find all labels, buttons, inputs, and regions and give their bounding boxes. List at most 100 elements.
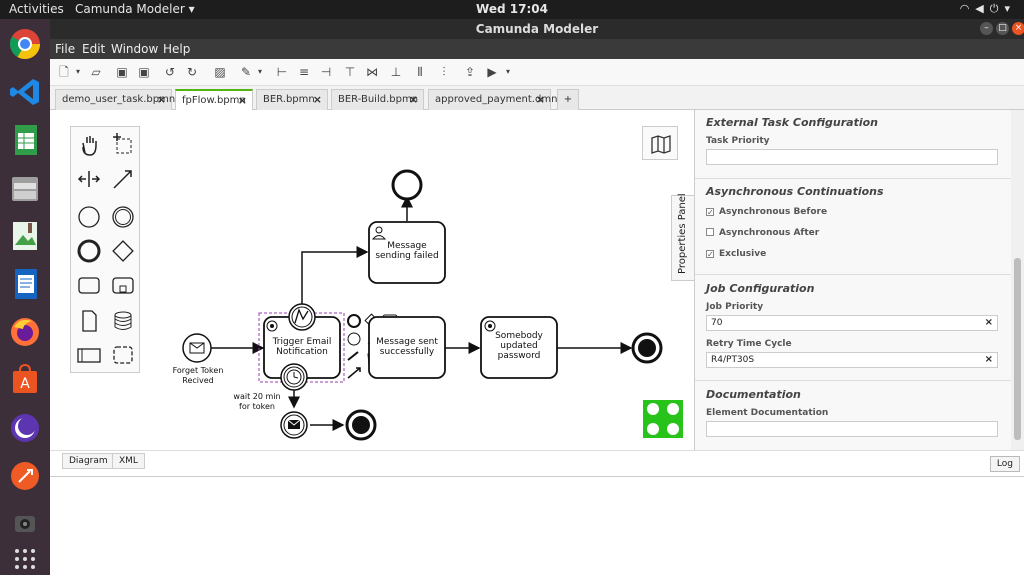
file-manager-icon[interactable] [6, 169, 44, 207]
async-after-checkbox[interactable]: Asynchronous After [706, 228, 819, 238]
start-event-tool-icon[interactable] [75, 203, 103, 231]
align-right-icon[interactable]: ⊣ [318, 64, 334, 80]
save-as-icon[interactable]: ▣ [136, 64, 152, 80]
data-store-tool-icon[interactable] [109, 307, 137, 335]
connect-icon[interactable] [347, 367, 361, 379]
align-middle-icon[interactable]: ⋈ [364, 64, 380, 80]
image-editor-icon[interactable] [6, 217, 44, 255]
sequence-flow[interactable] [301, 246, 369, 317]
element-documentation-label: Element Documentation [706, 408, 829, 418]
close-icon[interactable]: × [1012, 22, 1024, 35]
subprocess-tool-icon[interactable] [109, 271, 137, 299]
spreadsheet-icon[interactable] [6, 121, 44, 159]
end-event-bottom[interactable] [345, 409, 377, 441]
minimap-button[interactable] [642, 126, 678, 160]
close-icon[interactable]: × [238, 91, 247, 110]
camunda-icon[interactable] [6, 409, 44, 447]
save-icon[interactable]: ▣ [114, 64, 130, 80]
properties-scrollbar[interactable] [1011, 110, 1024, 450]
tab-approved-payment[interactable]: approved_payment.dmn × [428, 89, 557, 110]
chrome-icon[interactable] [6, 25, 44, 63]
boundary-error-event[interactable] [288, 303, 316, 331]
align-center-icon[interactable]: ≡ [296, 64, 312, 80]
clock[interactable]: Wed 17:04 [0, 2, 1024, 16]
minimize-icon[interactable]: – [980, 22, 993, 35]
firefox-icon[interactable] [6, 313, 44, 351]
exclusive-checkbox[interactable]: ✓ Exclusive [706, 249, 766, 259]
space-tool-icon[interactable] [75, 165, 103, 193]
append-intermediate-event-icon[interactable] [347, 332, 361, 346]
retry-time-cycle-input[interactable]: R4/PT30S × [706, 352, 998, 368]
align-bottom-icon[interactable]: ⊥ [388, 64, 404, 80]
close-icon[interactable]: × [536, 90, 545, 109]
distribute-horizontal-icon[interactable]: ⫴ [412, 64, 428, 80]
open-folder-icon[interactable]: ▱ [88, 64, 104, 80]
xml-tab[interactable]: XML [112, 453, 145, 469]
tab-ber[interactable]: BER.bpmn × [256, 89, 328, 110]
boundary-timer-event[interactable] [280, 363, 308, 391]
bpmn-canvas[interactable]: Forget Token Recived Trigger Email Notif… [50, 110, 694, 450]
close-icon[interactable]: × [409, 90, 418, 109]
intermediate-event-tool-icon[interactable] [109, 203, 137, 231]
task-tool-icon[interactable] [75, 271, 103, 299]
pool-tool-icon[interactable] [75, 341, 103, 369]
vscode-icon[interactable] [6, 73, 44, 111]
writer-icon[interactable] [6, 265, 44, 303]
maximize-icon[interactable]: □ [996, 22, 1009, 35]
bpmn-io-logo[interactable] [643, 400, 683, 438]
tab-ber-build[interactable]: BER-Build.bpmn × [331, 89, 424, 110]
gateway-tool-icon[interactable] [109, 237, 137, 265]
diagram-tab[interactable]: Diagram [62, 453, 115, 469]
software-center-icon[interactable]: A [6, 361, 44, 399]
menu-window[interactable]: Window [111, 42, 158, 56]
close-icon[interactable]: × [157, 90, 166, 109]
job-priority-input[interactable]: 70 × [706, 315, 998, 331]
menu-help[interactable]: Help [163, 42, 190, 56]
wrench-icon[interactable] [347, 351, 359, 361]
intermediate-message-event[interactable] [280, 411, 308, 439]
scrollbar-thumb[interactable] [1014, 258, 1021, 440]
properties-panel-toggle[interactable]: Properties Panel [671, 193, 694, 281]
clear-icon[interactable]: × [985, 353, 993, 367]
webcam-icon[interactable] [6, 505, 44, 543]
task-priority-input[interactable] [706, 149, 998, 165]
end-event-terminate[interactable] [631, 332, 663, 364]
element-documentation-textarea[interactable] [706, 421, 998, 437]
group-tool-icon[interactable] [109, 341, 137, 369]
undo-icon[interactable]: ↺ [162, 64, 178, 80]
menu-file[interactable]: File [55, 42, 75, 56]
distribute-vertical-icon[interactable]: ⫶ [436, 64, 452, 80]
chevron-down-icon[interactable]: ▾ [500, 64, 516, 80]
menu-bar: File Edit Window Help [50, 39, 1024, 59]
deploy-icon[interactable]: ⇪ [462, 64, 478, 80]
append-end-event-icon[interactable] [347, 314, 361, 328]
new-tab-button[interactable]: + [557, 89, 579, 110]
menu-edit[interactable]: Edit [82, 42, 105, 56]
chevron-down-icon[interactable]: ▾ [252, 64, 268, 80]
data-object-tool-icon[interactable] [75, 307, 103, 335]
tab-demo-user-task[interactable]: demo_user_task.bpmn × [55, 89, 175, 110]
show-applications-icon[interactable] [6, 539, 44, 577]
end-event-tool-icon[interactable] [75, 237, 103, 265]
export-image-icon[interactable]: ▨ [212, 64, 228, 80]
global-connect-tool-icon[interactable] [109, 165, 137, 193]
chevron-down-icon[interactable]: ▾ [70, 64, 86, 80]
align-top-icon[interactable]: ⊤ [342, 64, 358, 80]
hand-tool-icon[interactable] [75, 131, 103, 159]
system-tray[interactable]: ◠◀⏻▾ [960, 2, 1016, 16]
align-left-icon[interactable]: ⊢ [274, 64, 290, 80]
gear-hub-icon [270, 324, 274, 328]
start-instance-icon[interactable]: ▶ [484, 64, 500, 80]
start-message-event[interactable] [182, 333, 212, 363]
close-icon[interactable]: × [313, 90, 322, 109]
end-event-failed[interactable] [391, 169, 423, 201]
log-button[interactable]: Log [989, 456, 1020, 472]
async-before-checkbox[interactable]: ✓ Asynchronous Before [706, 207, 827, 217]
lasso-tool-icon[interactable] [109, 131, 137, 159]
redo-icon[interactable]: ↻ [184, 64, 200, 80]
clear-icon[interactable]: × [985, 316, 993, 330]
tab-fpflow[interactable]: fpFlow.bpmn × [175, 89, 253, 111]
bpmn-diagram[interactable] [50, 110, 694, 450]
task-message-sent-label: Message sent successfully [376, 337, 438, 357]
postman-icon[interactable] [6, 457, 44, 495]
